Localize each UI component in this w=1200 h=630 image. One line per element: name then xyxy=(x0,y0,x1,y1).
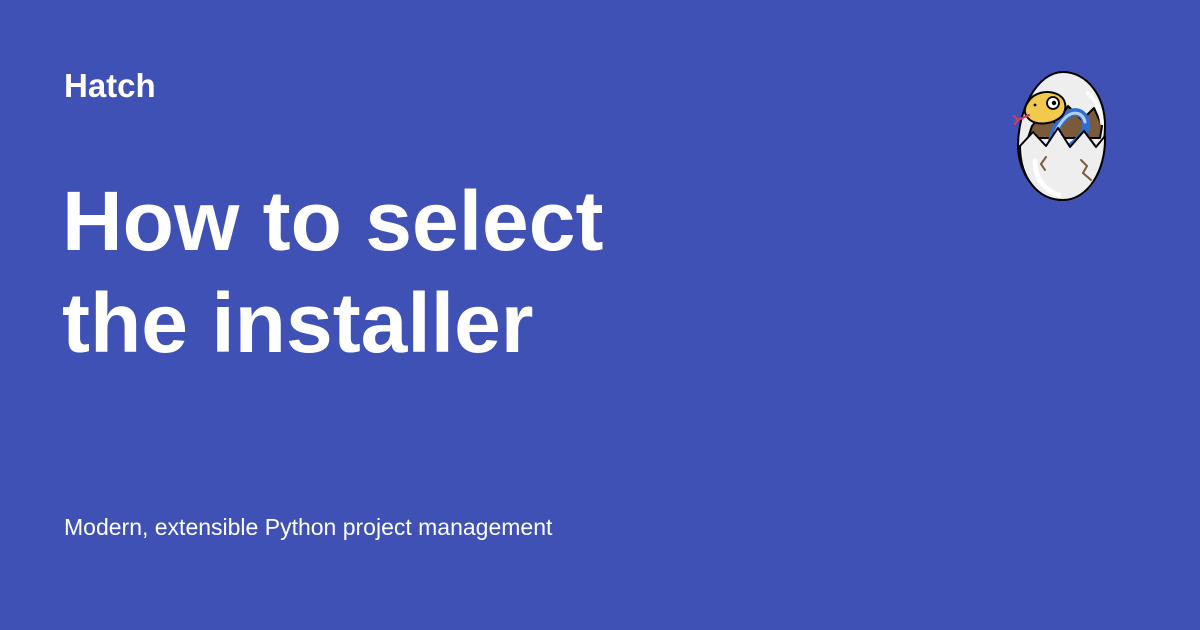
hatch-logo-icon xyxy=(1012,70,1107,202)
site-name: Hatch xyxy=(64,67,156,104)
page-title-line-1: How to select xyxy=(62,174,604,268)
social-card: Hatch How to select the installer Modern… xyxy=(0,0,1200,630)
page-title: How to select the installer xyxy=(62,170,882,374)
site-description: Modern, extensible Python project manage… xyxy=(64,514,553,540)
page-title-line-2: the installer xyxy=(62,276,534,370)
